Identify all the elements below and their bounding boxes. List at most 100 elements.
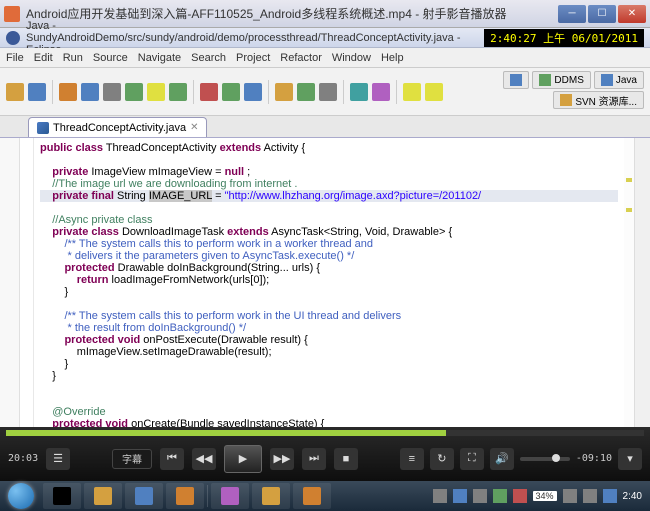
repeat-button[interactable]: ↻ (430, 448, 454, 470)
menu-help[interactable]: Help (381, 52, 404, 64)
ju-icon[interactable] (147, 83, 165, 101)
terminal-icon (53, 487, 71, 505)
forward-button[interactable]: ▶▶ (270, 448, 294, 470)
taskbar-clock[interactable]: 2:40 (623, 491, 642, 502)
expand-button[interactable]: ▾ (618, 448, 642, 470)
close-button[interactable]: ✕ (618, 5, 646, 23)
prev-track-button[interactable]: ⏮ (160, 448, 184, 470)
maximize-button[interactable]: ☐ (588, 5, 616, 23)
code-body[interactable]: public class ThreadConceptActivity exten… (34, 138, 624, 427)
remaining-time: -09:10 (576, 453, 612, 464)
avd-icon[interactable] (169, 83, 187, 101)
task-item[interactable] (252, 483, 290, 509)
mute-button[interactable]: 🔊 (490, 448, 514, 470)
open-task-icon[interactable] (319, 83, 337, 101)
player-controls: 20:03 ☰ 字幕 ⏮ ◀◀ ▶ ▶▶ ⏭ ■ ≡ ↻ ⛶ 🔊 -09:10 … (0, 427, 650, 481)
menu-search[interactable]: Search (191, 52, 226, 64)
menu-source[interactable]: Source (93, 52, 128, 64)
vertical-scrollbar[interactable] (634, 138, 650, 427)
subtitle-button[interactable]: 字幕 (112, 449, 152, 469)
player-app-icon (4, 6, 20, 22)
java-file-icon (37, 122, 49, 134)
overlay-clock: 2:40:27 上午 06/01/2011 (484, 29, 644, 47)
menu-refactor[interactable]: Refactor (280, 52, 322, 64)
annotation-icon[interactable] (372, 83, 390, 101)
overview-ruler[interactable] (624, 138, 634, 427)
volume-icon[interactable] (583, 489, 597, 503)
menu-window[interactable]: Window (332, 52, 371, 64)
menu-run[interactable]: Run (63, 52, 83, 64)
new-package-icon[interactable] (297, 83, 315, 101)
elapsed-time: 20:03 (8, 453, 38, 464)
player-right: ≡ ↻ ⛶ 🔊 -09:10 ▾ (400, 448, 642, 470)
code-editor[interactable]: public class ThreadConceptActivity exten… (0, 138, 650, 427)
new-class-icon[interactable] (275, 83, 293, 101)
toolbar: DDMS Java SVN 资源库... (0, 68, 650, 116)
splayer-task-icon (303, 487, 321, 505)
task-item[interactable] (211, 483, 249, 509)
warning-marker[interactable] (626, 208, 632, 212)
tray-icon[interactable] (493, 489, 507, 503)
separator (396, 80, 397, 104)
task-item[interactable] (166, 483, 204, 509)
editor-tab-bar: ThreadConceptActivity.java ✕ (0, 116, 650, 138)
network-icon[interactable] (563, 489, 577, 503)
menu-file[interactable]: File (6, 52, 24, 64)
progress-fill (6, 430, 446, 436)
menu-project[interactable]: Project (236, 52, 270, 64)
task-item[interactable] (84, 483, 122, 509)
minimize-button[interactable]: ─ (558, 5, 586, 23)
forward-icon[interactable] (425, 83, 443, 101)
tray-up-icon[interactable] (433, 489, 447, 503)
eclipse-task-icon (221, 487, 239, 505)
open-type-icon[interactable] (103, 83, 121, 101)
open-perspective-button[interactable] (503, 71, 529, 89)
playlist-button[interactable]: ☰ (46, 448, 70, 470)
debug-icon[interactable] (200, 83, 218, 101)
perspective-svn[interactable]: SVN 资源库... (553, 91, 644, 109)
sync-icon[interactable] (59, 83, 77, 101)
tray-icon[interactable] (473, 489, 487, 503)
perspective-switcher: DDMS Java SVN 资源库... (503, 71, 644, 109)
player-row: 20:03 ☰ 字幕 ⏮ ◀◀ ▶ ▶▶ ⏭ ■ ≡ ↻ ⛶ 🔊 -09:10 … (0, 436, 650, 481)
tray-icon[interactable] (453, 489, 467, 503)
battery-indicator[interactable]: 34% (533, 491, 557, 501)
run-ext-icon[interactable] (244, 83, 262, 101)
java-icon (601, 74, 613, 86)
next-track-button[interactable]: ⏭ (302, 448, 326, 470)
warning-marker[interactable] (626, 178, 632, 182)
menu-edit[interactable]: Edit (34, 52, 53, 64)
task-item[interactable] (125, 483, 163, 509)
back-icon[interactable] (403, 83, 421, 101)
eq-button[interactable]: ≡ (400, 448, 424, 470)
perspective-ddms[interactable]: DDMS (532, 71, 590, 89)
progress-bar[interactable] (6, 430, 644, 436)
save-icon[interactable] (28, 83, 46, 101)
menu-navigate[interactable]: Navigate (138, 52, 181, 64)
task-item[interactable] (43, 483, 81, 509)
perspective-java[interactable]: Java (594, 71, 644, 89)
package-icon[interactable] (81, 83, 99, 101)
search-icon[interactable] (350, 83, 368, 101)
tray-icon[interactable] (513, 489, 527, 503)
task-item[interactable] (293, 483, 331, 509)
play-button[interactable]: ▶ (224, 445, 262, 473)
new-icon[interactable] (6, 83, 24, 101)
separator (343, 80, 344, 104)
volume-slider[interactable] (520, 457, 570, 461)
rewind-button[interactable]: ◀◀ (192, 448, 216, 470)
folder-task-icon (262, 487, 280, 505)
editor-tab[interactable]: ThreadConceptActivity.java ✕ (28, 117, 207, 137)
android-sdk-icon[interactable] (125, 83, 143, 101)
start-button[interactable] (2, 481, 40, 511)
action-center-icon[interactable] (603, 489, 617, 503)
android-icon (539, 74, 551, 86)
fullscreen-button[interactable]: ⛶ (460, 448, 484, 470)
app-window: Android应用开发基础到深入篇-AFF110525_Android多线程系统… (0, 0, 650, 511)
close-tab-icon[interactable]: ✕ (190, 122, 198, 133)
run-icon[interactable] (222, 83, 240, 101)
player-center: 字幕 ⏮ ◀◀ ▶ ▶▶ ⏭ ■ (78, 445, 392, 473)
browser-icon (135, 487, 153, 505)
separator (52, 80, 53, 104)
stop-button[interactable]: ■ (334, 448, 358, 470)
